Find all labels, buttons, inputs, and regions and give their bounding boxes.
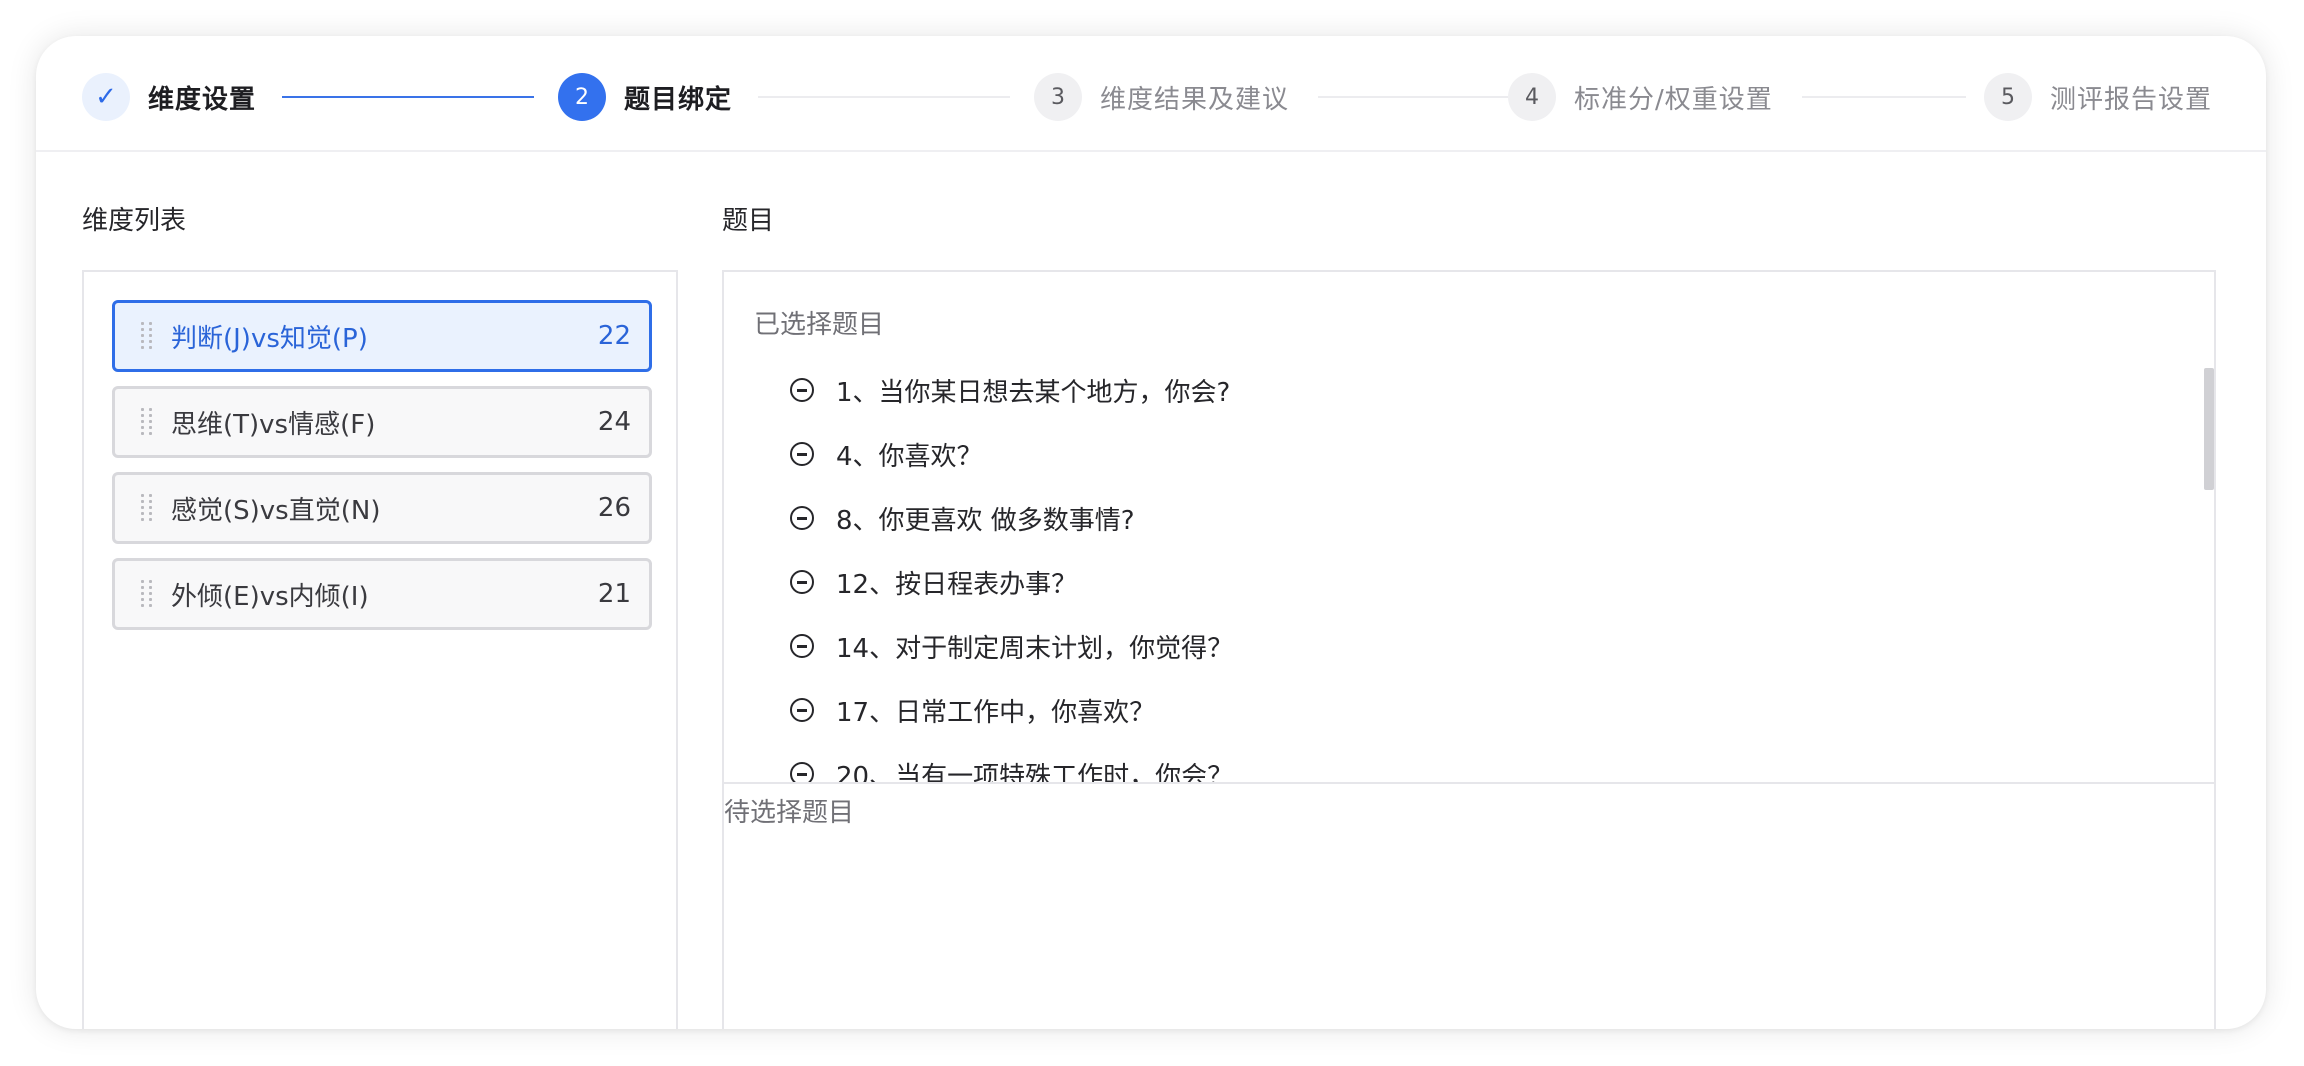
pending-questions-title: 待选择题目 xyxy=(724,798,855,828)
dimension-name: 思维(T)vs情感(F) xyxy=(171,409,376,440)
question-text: 14、对于制定周末计划，你觉得？ xyxy=(836,633,1234,664)
remove-circle-icon[interactable] xyxy=(790,762,814,782)
step-connector xyxy=(1318,96,1520,98)
step-connector xyxy=(1802,96,1966,98)
step-label: 测评报告设置 xyxy=(2050,84,2213,115)
question-text: 20、当有一项特殊工作时，你会？ xyxy=(836,761,1234,783)
dimension-item[interactable]: 判断(J)vs知觉(P) 22 xyxy=(112,300,652,372)
drag-handle-icon[interactable] xyxy=(141,322,155,350)
step-number: 3 xyxy=(1034,73,1082,121)
drag-handle-icon[interactable] xyxy=(141,408,155,436)
check-icon: ✓ xyxy=(82,73,130,121)
dimension-item[interactable]: 外倾(E)vs内倾(I) 21 xyxy=(112,558,652,630)
selected-questions-title: 已选择题目 xyxy=(754,310,885,340)
step-number: 5 xyxy=(1984,73,2032,121)
step-4[interactable]: 4 标准分/权重设置 xyxy=(1508,72,1773,122)
question-item: 4、你喜欢？ xyxy=(790,434,983,474)
question-item: 1、当你某日想去某个地方，你会? xyxy=(790,370,1230,410)
dimension-count: 22 xyxy=(597,321,631,351)
dimension-list-title: 维度列表 xyxy=(82,206,187,236)
drag-handle-icon[interactable] xyxy=(141,580,155,608)
dimension-count: 26 xyxy=(597,493,631,523)
step-label: 维度结果及建议 xyxy=(1100,84,1290,115)
drag-handle-icon[interactable] xyxy=(141,494,155,522)
question-text: 4、你喜欢？ xyxy=(836,441,983,472)
app-card: ✓ 维度设置 2 题目绑定 3 维度结果及建议 4 标准分/权重设置 5 测评报… xyxy=(36,36,2266,1029)
remove-circle-icon[interactable] xyxy=(790,634,814,658)
step-label: 题目绑定 xyxy=(624,84,733,115)
dimension-name: 感觉(S)vs直觉(N) xyxy=(171,495,381,526)
question-text: 1、当你某日想去某个地方，你会? xyxy=(836,377,1231,408)
step-2[interactable]: 2 题目绑定 xyxy=(558,72,732,122)
remove-circle-icon[interactable] xyxy=(790,570,814,594)
dimension-count: 21 xyxy=(597,579,631,609)
question-text: 8、你更喜欢 做多数事情? xyxy=(836,505,1135,536)
dimension-list: 判断(J)vs知觉(P) 22 思维(T)vs情感(F) 24 感觉(S)vs直… xyxy=(82,270,678,1029)
question-item: 17、日常工作中，你喜欢？ xyxy=(790,690,1155,730)
questions-panel: 已选择题目 1、当你某日想去某个地方，你会? 4、你喜欢？ 8、你更喜欢 做多数… xyxy=(722,270,2216,1029)
step-label: 标准分/权重设置 xyxy=(1574,84,1773,115)
dimension-name: 判断(J)vs知觉(P) xyxy=(171,323,368,354)
divider xyxy=(724,782,2214,784)
scrollbar[interactable] xyxy=(2204,368,2214,782)
step-connector xyxy=(758,96,1010,98)
question-item: 8、你更喜欢 做多数事情? xyxy=(790,498,1135,538)
questions-title: 题目 xyxy=(722,206,775,236)
remove-circle-icon[interactable] xyxy=(790,506,814,530)
dimension-item[interactable]: 感觉(S)vs直觉(N) 26 xyxy=(112,472,652,544)
question-item: 14、对于制定周末计划，你觉得？ xyxy=(790,626,1233,666)
question-item: 20、当有一项特殊工作时，你会？ xyxy=(790,754,1233,782)
selected-question-list: 1、当你某日想去某个地方，你会? 4、你喜欢？ 8、你更喜欢 做多数事情? 12… xyxy=(724,368,2194,782)
remove-circle-icon[interactable] xyxy=(790,698,814,722)
steps-bar: ✓ 维度设置 2 题目绑定 3 维度结果及建议 4 标准分/权重设置 5 测评报… xyxy=(36,36,2266,152)
dimension-item[interactable]: 思维(T)vs情感(F) 24 xyxy=(112,386,652,458)
selected-questions-area: 已选择题目 1、当你某日想去某个地方，你会? 4、你喜欢？ 8、你更喜欢 做多数… xyxy=(724,272,2214,782)
question-text: 12、按日程表办事？ xyxy=(836,569,1078,600)
question-text: 17、日常工作中，你喜欢？ xyxy=(836,697,1156,728)
step-1[interactable]: ✓ 维度设置 xyxy=(82,72,256,122)
step-connector xyxy=(282,96,534,98)
remove-circle-icon[interactable] xyxy=(790,442,814,466)
remove-circle-icon[interactable] xyxy=(790,378,814,402)
step-number: 2 xyxy=(558,73,606,121)
dimension-name: 外倾(E)vs内倾(I) xyxy=(171,581,369,612)
question-item: 12、按日程表办事？ xyxy=(790,562,1077,602)
step-3[interactable]: 3 维度结果及建议 xyxy=(1034,72,1289,122)
dimension-count: 24 xyxy=(597,407,631,437)
step-number: 4 xyxy=(1508,73,1556,121)
step-label: 维度设置 xyxy=(148,84,257,115)
scrollbar-thumb[interactable] xyxy=(2204,368,2214,490)
step-5[interactable]: 5 测评报告设置 xyxy=(1984,72,2212,122)
